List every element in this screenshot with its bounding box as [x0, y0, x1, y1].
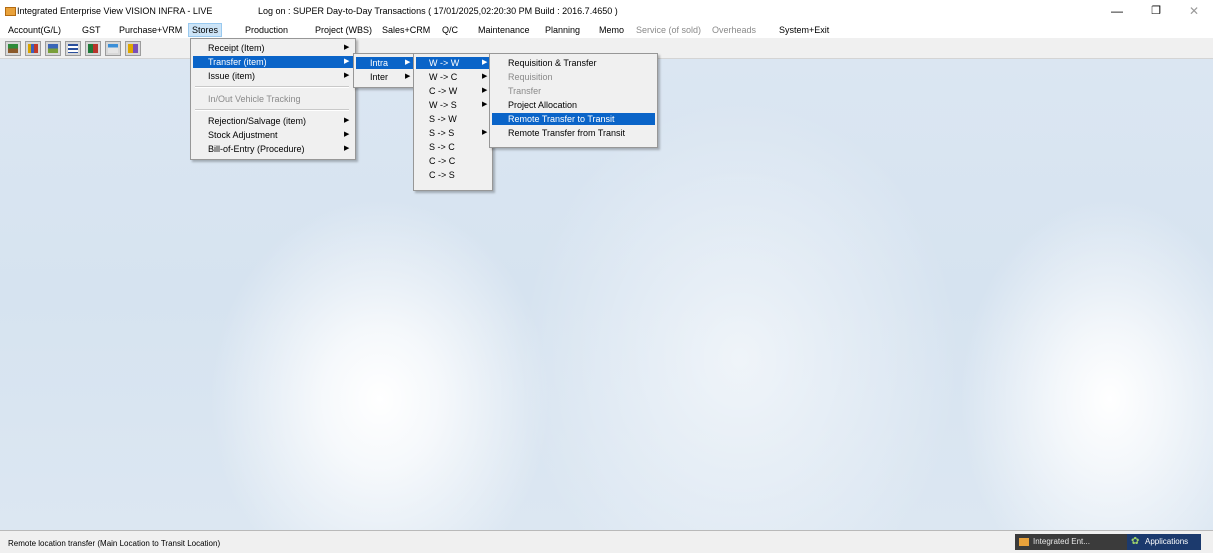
- menu-issue-item[interactable]: Issue (item) ▶: [193, 70, 353, 82]
- menu-memo[interactable]: Memo: [596, 24, 627, 36]
- menu-gst[interactable]: GST: [79, 24, 104, 36]
- menu-w-to-w[interactable]: W -> W ▶: [416, 57, 490, 69]
- menu-s-to-w[interactable]: S -> W: [416, 113, 490, 125]
- menu-project-wbs[interactable]: Project (WBS): [312, 24, 375, 36]
- title-bar: Integrated Enterprise View VISION INFRA …: [0, 0, 1213, 22]
- menu-qc[interactable]: Q/C: [439, 24, 461, 36]
- menu-purchase-vrm[interactable]: Purchase+VRM: [116, 24, 185, 36]
- menu-s-to-c[interactable]: S -> C: [416, 141, 490, 153]
- menu-overheads[interactable]: Overheads: [709, 24, 759, 36]
- submenu-arrow-icon: ▶: [405, 73, 411, 80]
- menu-bar: Account(G/L) GST Purchase+VRM Stores Pro…: [0, 22, 1213, 38]
- menu-system-exit[interactable]: System+Exit: [776, 24, 832, 36]
- transfer-submenu: Intra ▶ Inter ▶: [353, 53, 416, 88]
- menu-s-to-s[interactable]: S -> S ▶: [416, 127, 490, 139]
- submenu-arrow-icon: ▶: [344, 58, 350, 65]
- menu-intra[interactable]: Intra ▶: [356, 57, 413, 69]
- picture-icon[interactable]: [45, 41, 61, 56]
- w-to-w-submenu: Requisition & Transfer Requisition Trans…: [489, 53, 658, 148]
- chart-icon[interactable]: [25, 41, 41, 56]
- calendar-icon[interactable]: [105, 41, 121, 56]
- list-icon[interactable]: [65, 41, 81, 56]
- menu-transfer[interactable]: Transfer: [492, 85, 655, 97]
- applications-icon: ✿: [1131, 536, 1140, 547]
- menu-c-to-c[interactable]: C -> C: [416, 155, 490, 167]
- menu-separator: [195, 109, 349, 111]
- close-icon[interactable]: ✕: [1180, 3, 1208, 19]
- menu-transfer-item[interactable]: Transfer (item) ▶: [193, 56, 353, 68]
- tree-icon[interactable]: [5, 41, 21, 56]
- submenu-arrow-icon: ▶: [344, 44, 350, 51]
- menu-remote-transfer-to-transit[interactable]: Remote Transfer to Transit: [492, 113, 655, 125]
- window-title: Integrated Enterprise View VISION INFRA …: [17, 6, 213, 16]
- app-icon: [5, 7, 16, 16]
- minimize-icon[interactable]: —: [1103, 3, 1131, 19]
- menu-receipt-item[interactable]: Receipt (Item) ▶: [193, 42, 353, 54]
- menu-production[interactable]: Production: [242, 24, 291, 36]
- menu-w-to-s[interactable]: W -> S ▶: [416, 99, 490, 111]
- app-icon: [1019, 538, 1029, 546]
- people-icon[interactable]: [125, 41, 141, 56]
- submenu-arrow-icon: ▶: [482, 129, 488, 136]
- submenu-arrow-icon: ▶: [482, 87, 488, 94]
- submenu-arrow-icon: ▶: [482, 59, 488, 66]
- intra-submenu: W -> W ▶ W -> C ▶ C -> W ▶ W -> S ▶ S -> W S…: [413, 53, 493, 191]
- submenu-arrow-icon: ▶: [344, 145, 350, 152]
- taskbar-integrated-button[interactable]: Integrated Ent...: [1015, 534, 1127, 550]
- menu-stock-adjustment[interactable]: Stock Adjustment ▶: [193, 129, 353, 141]
- maximize-icon[interactable]: ❐: [1142, 3, 1170, 19]
- menu-planning[interactable]: Planning: [542, 24, 583, 36]
- menu-requisition[interactable]: Requisition: [492, 71, 655, 83]
- menu-c-to-s[interactable]: C -> S: [416, 169, 490, 181]
- menu-requisition-and-transfer[interactable]: Requisition & Transfer: [492, 57, 655, 69]
- submenu-arrow-icon: ▶: [344, 117, 350, 124]
- menu-service-of-sold[interactable]: Service (of sold): [633, 24, 704, 36]
- menu-bill-of-entry[interactable]: Bill-of-Entry (Procedure) ▶: [193, 143, 353, 155]
- submenu-arrow-icon: ▶: [344, 72, 350, 79]
- menu-separator: [195, 86, 349, 88]
- menu-remote-transfer-from-transit[interactable]: Remote Transfer from Transit: [492, 127, 655, 139]
- submenu-arrow-icon: ▶: [482, 73, 488, 80]
- grid-icon[interactable]: [85, 41, 101, 56]
- menu-inter[interactable]: Inter ▶: [356, 71, 413, 83]
- menu-account-gl[interactable]: Account(G/L): [5, 24, 64, 36]
- status-bar: Remote location transfer (Main Location …: [0, 530, 1213, 553]
- menu-stores[interactable]: Stores: [188, 23, 223, 37]
- menu-sales-crm[interactable]: Sales+CRM: [379, 24, 433, 36]
- status-text: Remote location transfer (Main Location …: [8, 539, 221, 548]
- logon-info: Log on : SUPER Day-to-Day Transactions (…: [258, 6, 618, 16]
- menu-rejection-salvage[interactable]: Rejection/Salvage (item) ▶: [193, 115, 353, 127]
- menu-c-to-w[interactable]: C -> W ▶: [416, 85, 490, 97]
- submenu-arrow-icon: ▶: [405, 59, 411, 66]
- submenu-arrow-icon: ▶: [344, 131, 350, 138]
- taskbar-applications-button[interactable]: ✿ Applications: [1127, 534, 1201, 550]
- submenu-arrow-icon: ▶: [482, 101, 488, 108]
- menu-vehicle-tracking[interactable]: In/Out Vehicle Tracking: [193, 93, 353, 105]
- menu-project-allocation[interactable]: Project Allocation: [492, 99, 655, 111]
- stores-dropdown: Receipt (Item) ▶ Transfer (item) ▶ Issue (…: [190, 38, 356, 160]
- menu-w-to-c[interactable]: W -> C ▶: [416, 71, 490, 83]
- menu-maintenance[interactable]: Maintenance: [475, 24, 533, 36]
